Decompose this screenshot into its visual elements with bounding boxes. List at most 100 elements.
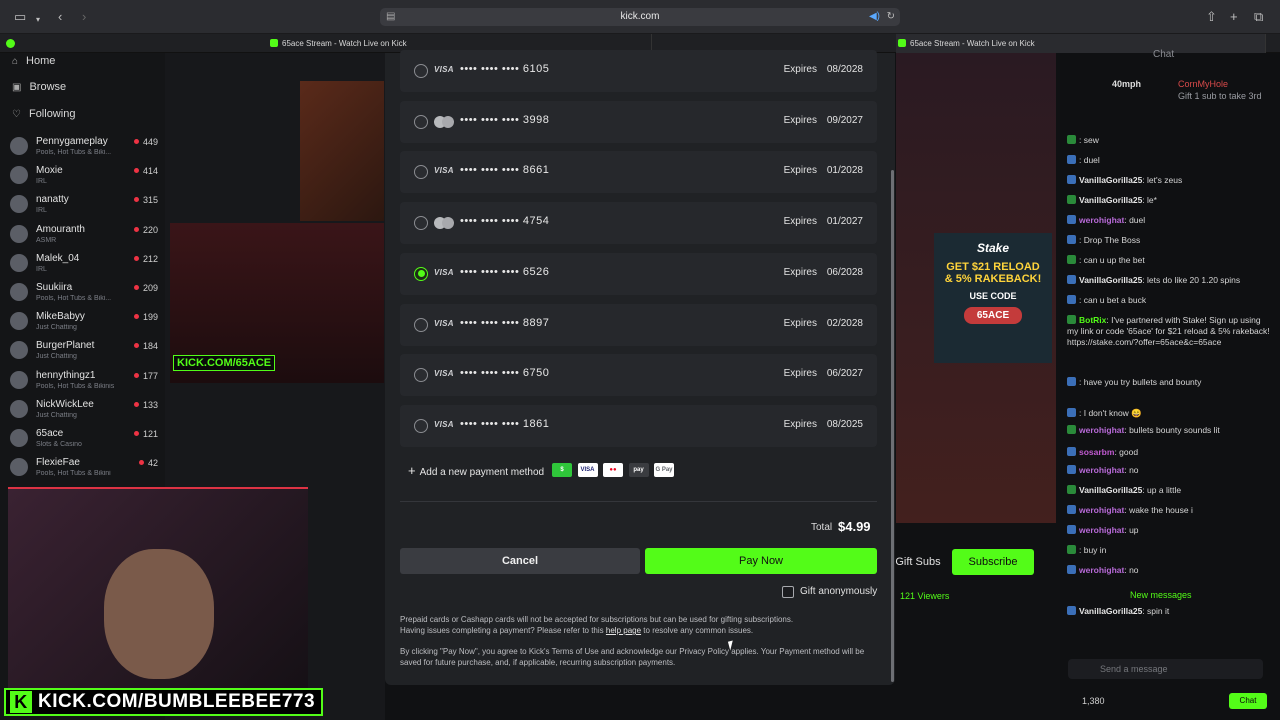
chat-username[interactable]: VanillaGorilla25 — [1079, 485, 1142, 495]
gift-subs-button[interactable]: Gift Subs — [888, 549, 948, 575]
sidebar-channel[interactable]: 65ace Slots & Casino 121 — [10, 425, 160, 454]
channel-viewers: 315 — [134, 195, 158, 205]
cancel-button[interactable]: Cancel — [400, 548, 640, 574]
add-payment-method-button[interactable]: + Add a new payment method — [408, 463, 544, 478]
gift-anonymously-checkbox[interactable] — [782, 586, 794, 598]
payment-card-row[interactable]: •••• •••• •••• 3998 Expires 09/2027 — [400, 100, 877, 143]
chat-username[interactable]: VanillaGorilla25 — [1079, 606, 1142, 616]
prepaid-note: Prepaid cards or Cashapp cards will not … — [400, 615, 880, 626]
visa-icon: VISA — [577, 463, 598, 477]
sidebar-channel[interactable]: Malek_04 IRL 212 — [10, 250, 160, 279]
sidebar-channel[interactable]: MikeBabyy Just Chatting 199 — [10, 308, 160, 337]
add-payment-label: Add a new payment method — [419, 467, 545, 478]
forward-icon[interactable]: › — [82, 9, 86, 25]
chat-username[interactable]: werohighat — [1079, 425, 1124, 435]
channel-name: FlexieFae — [36, 457, 80, 469]
chevron-down-icon[interactable]: ▾ — [36, 12, 40, 28]
sidebar-channel[interactable]: Moxie IRL 414 — [10, 162, 160, 191]
tab-overview-icon[interactable]: ⧉ — [1254, 9, 1263, 25]
sidebar-channel[interactable]: BurgerPlanet Just Chatting 184 — [10, 337, 160, 366]
chat-username[interactable]: BotRix — [1079, 315, 1106, 325]
card-radio[interactable] — [414, 418, 428, 433]
channel-category: Pools, Hot Tubs & Biki... — [36, 295, 112, 302]
chat-message: werohighat: no — [1067, 465, 1272, 476]
chat-username[interactable]: VanillaGorilla25 — [1079, 175, 1142, 185]
channel-category: Pools, Hot Tubs & Biki... — [36, 149, 112, 156]
new-messages-button[interactable]: New messages — [1130, 590, 1192, 600]
ad-line: & 5% RAKEBACK! — [944, 273, 1042, 285]
nav-browse[interactable]: ▣ Browse — [12, 81, 66, 93]
channel-viewers: 209 — [134, 283, 158, 293]
chat-badge-icon — [1067, 295, 1076, 304]
speaker-icon[interactable]: ◀) — [869, 8, 880, 26]
terms-note: By clicking "Pay Now", you agree to Kick… — [400, 647, 880, 668]
avatar — [10, 166, 28, 185]
chat-username[interactable]: werohighat — [1079, 525, 1124, 535]
chat-username[interactable]: werohighat — [1079, 565, 1124, 575]
channel-category: IRL — [36, 178, 47, 186]
nav-following[interactable]: ♡ Following — [12, 108, 75, 120]
card-number: •••• •••• •••• 1861 — [460, 417, 550, 430]
payment-card-row[interactable]: VISA •••• •••• •••• 6105 Expires 08/2028 — [400, 50, 877, 92]
sidebar-channel[interactable]: Pennygameplay Pools, Hot Tubs & Biki... 44… — [10, 133, 160, 162]
channel-name: 65ace — [36, 428, 64, 439]
card-radio[interactable] — [414, 216, 428, 231]
sidebar-channel[interactable]: NickWickLee Just Chatting 133 — [10, 396, 160, 425]
payment-card-row[interactable]: VISA •••• •••• •••• 1861 Expires 08/2025 — [400, 404, 877, 447]
pinned-gift: 40mph CornMyHole Gift 1 sub to take 3rd — [1088, 77, 1268, 109]
chat-message: VanillaGorilla25: le* — [1067, 195, 1272, 206]
chat-message: : buy in — [1067, 545, 1272, 556]
chat-username[interactable]: werohighat — [1079, 465, 1124, 475]
card-number: •••• •••• •••• 8897 — [460, 316, 550, 329]
payment-card-row[interactable]: VISA •••• •••• •••• 6750 Expires 06/2027 — [400, 354, 877, 397]
visa-icon: VISA — [434, 318, 454, 328]
card-radio[interactable] — [414, 64, 428, 78]
chat-username[interactable]: werohighat — [1079, 505, 1124, 515]
card-radio[interactable] — [414, 165, 428, 180]
payment-card-row[interactable]: VISA •••• •••• •••• 8897 Expires 02/2028 — [400, 303, 877, 346]
chat-username[interactable]: sosarbm — [1079, 447, 1114, 457]
subscribe-button[interactable]: Subscribe — [952, 549, 1034, 575]
chat-username[interactable]: VanillaGorilla25 — [1079, 275, 1142, 285]
new-tab-icon[interactable]: + — [1230, 9, 1238, 25]
chat-username[interactable]: VanillaGorilla25 — [1079, 195, 1142, 205]
payment-card-row[interactable]: VISA •••• •••• •••• 6526 Expires 06/2028 — [400, 252, 877, 295]
share-icon[interactable]: ⇧ — [1206, 9, 1217, 25]
channel-name: hennythingz1 — [36, 369, 96, 381]
modal-scrollbar[interactable] — [891, 170, 894, 682]
channel-viewers: 199 — [134, 312, 158, 322]
card-radio[interactable] — [414, 317, 428, 332]
payment-card-row[interactable]: •••• •••• •••• 4754 Expires 01/2027 — [400, 202, 877, 245]
sidebar-channel[interactable]: FlexieFae Pools, Hot Tubs & Bikini 42 — [10, 454, 160, 483]
chat-badge-icon — [1067, 408, 1076, 417]
chat-badge-icon — [1067, 465, 1076, 474]
reload-icon[interactable]: ↻ — [887, 8, 895, 26]
reader-icon[interactable]: ▤ — [386, 8, 395, 26]
help-page-link[interactable]: help page — [606, 626, 641, 635]
chat-username[interactable]: werohighat — [1079, 215, 1124, 225]
payment-card-row[interactable]: VISA •••• •••• •••• 8661 Expires 01/2028 — [400, 151, 877, 194]
card-radio[interactable] — [414, 368, 428, 383]
sidebar-channel[interactable]: nanatty IRL 315 — [10, 191, 160, 220]
expiry-date: 01/2027 — [826, 216, 863, 228]
gift-anonymously-label[interactable]: Gift anonymously — [800, 586, 877, 597]
cashapp-icon: $ — [552, 463, 572, 477]
visa-icon: VISA — [434, 65, 454, 74]
visa-icon: VISA — [434, 166, 454, 176]
chat-send-button[interactable]: Chat — [1229, 693, 1267, 709]
card-radio[interactable] — [414, 114, 428, 129]
avatar — [10, 399, 28, 418]
mastercard-icon — [434, 217, 454, 230]
address-bar[interactable]: ▤ kick.com ◀) ↻ — [380, 8, 900, 26]
back-icon[interactable]: ‹ — [58, 9, 62, 25]
sidebar-toggle-icon[interactable]: ▭ — [14, 9, 26, 25]
nav-home[interactable]: ⌂ Home — [12, 55, 55, 67]
sidebar-channel[interactable]: hennythingz1 Pools, Hot Tubs & Bikinis 177 — [10, 367, 160, 396]
sidebar-channel[interactable]: Amouranth ASMR 220 — [10, 221, 160, 250]
nav-label: Browse — [29, 81, 67, 93]
chat-input[interactable]: Send a message — [1068, 659, 1263, 679]
tab-stream-2[interactable]: 65ace Stream - Watch Live on Kick — [896, 34, 1266, 53]
card-radio[interactable] — [414, 266, 428, 281]
pay-now-button[interactable]: Pay Now — [645, 548, 877, 574]
sidebar-channel[interactable]: Suukiira Pools, Hot Tubs & Biki... 209 — [10, 279, 160, 308]
